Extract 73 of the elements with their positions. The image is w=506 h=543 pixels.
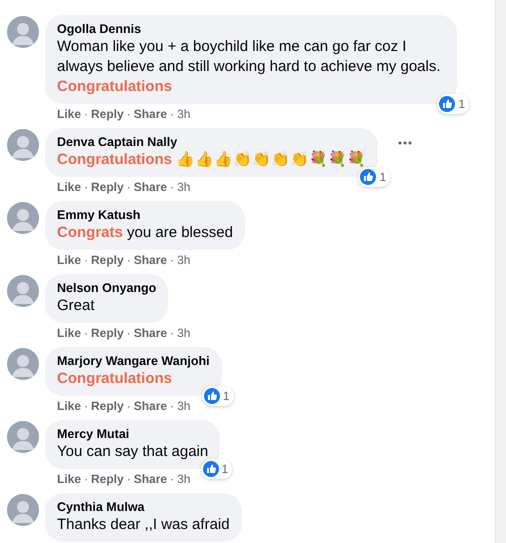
separator-dot: · <box>84 253 88 267</box>
separator-dot: · <box>170 399 174 413</box>
separator-dot: · <box>126 472 131 486</box>
reply-link[interactable]: Reply <box>91 472 124 486</box>
comment-text: Thanks dear ,,I was afraid <box>57 515 230 535</box>
avatar[interactable] <box>7 16 39 48</box>
like-icon <box>202 461 219 477</box>
reaction-count[interactable]: 1 <box>437 94 469 114</box>
author-name[interactable]: Cynthia Mulwa <box>57 499 230 515</box>
author-name[interactable]: Mercy Mutai <box>57 426 208 442</box>
share-link[interactable]: Share <box>134 399 168 413</box>
author-name[interactable]: Nelson Onyango <box>57 280 156 296</box>
separator-dot: · <box>126 107 131 121</box>
avatar[interactable] <box>7 421 39 453</box>
separator-dot: · <box>126 326 131 340</box>
comment-text: You can say that again <box>57 442 208 462</box>
comment-text: Great <box>57 296 96 316</box>
timestamp: 3h <box>177 107 190 121</box>
reply-link[interactable]: Reply <box>91 253 124 267</box>
avatar[interactable] <box>7 129 39 161</box>
avatar[interactable] <box>7 202 39 234</box>
reaction-count[interactable]: 1 <box>202 386 234 406</box>
separator-dot: · <box>170 107 174 121</box>
separator-dot: · <box>126 399 131 413</box>
timestamp: 3h <box>177 253 190 267</box>
like-link[interactable]: Like <box>57 472 82 486</box>
separator-dot: · <box>84 399 88 413</box>
separator-dot: · <box>84 107 88 121</box>
like-icon <box>204 388 220 404</box>
highlight-text: Congratulations <box>57 77 173 97</box>
author-name[interactable]: Denva Captain Nally <box>57 134 366 150</box>
avatar[interactable] <box>7 348 39 380</box>
comment-text: Congrats you are blessed <box>57 223 233 243</box>
like-link[interactable]: Like <box>57 180 82 194</box>
reply-link[interactable]: Reply <box>91 326 124 340</box>
like-link[interactable]: Like <box>57 326 82 340</box>
timestamp: 3h <box>177 399 190 413</box>
separator-dot: · <box>84 326 88 340</box>
timestamp: 3h <box>177 472 190 486</box>
reaction-count[interactable]: 1 <box>358 167 390 187</box>
author-name[interactable]: Emmy Katush <box>57 207 233 223</box>
comment-text: Woman like you + a boychild like me can go far coz I always believe and still working hard to achieve my goals. <box>57 37 442 77</box>
separator-dot: · <box>170 180 174 194</box>
separator-dot: · <box>170 253 174 267</box>
share-link[interactable]: Share <box>134 326 168 340</box>
scrollbar[interactable] <box>495 0 506 543</box>
separator-dot: · <box>126 253 131 267</box>
separator-dot: · <box>84 472 88 486</box>
avatar[interactable] <box>7 275 39 307</box>
timestamp: 3h <box>177 326 190 340</box>
reaction-count[interactable]: 1 <box>200 459 232 479</box>
separator-dot: · <box>126 180 131 194</box>
comment-text: Congratulations <box>57 369 173 389</box>
share-link[interactable]: Share <box>134 180 168 194</box>
like-link[interactable]: Like <box>57 399 82 413</box>
share-link[interactable]: Share <box>134 107 168 121</box>
separator-dot: · <box>170 326 174 340</box>
like-link[interactable]: Like <box>57 253 82 267</box>
separator-dot: · <box>170 472 174 486</box>
separator-dot: · <box>84 180 88 194</box>
author-name[interactable]: Ogolla Dennis <box>57 21 445 37</box>
share-link[interactable]: Share <box>134 253 168 267</box>
share-link[interactable]: Share <box>134 472 168 486</box>
reply-link[interactable]: Reply <box>91 180 124 194</box>
avatar[interactable] <box>7 494 39 526</box>
like-icon <box>439 96 456 112</box>
reply-link[interactable]: Reply <box>91 107 124 121</box>
like-link[interactable]: Like <box>57 107 82 121</box>
reply-link[interactable]: Reply <box>91 399 124 413</box>
timestamp: 3h <box>177 180 190 194</box>
like-icon <box>360 169 376 185</box>
comment-text: Congratulations 👍👍👍👏👏👏👏💐💐💐 <box>57 150 366 170</box>
author-name[interactable]: Marjory Wangare Wanjohi <box>57 353 210 369</box>
